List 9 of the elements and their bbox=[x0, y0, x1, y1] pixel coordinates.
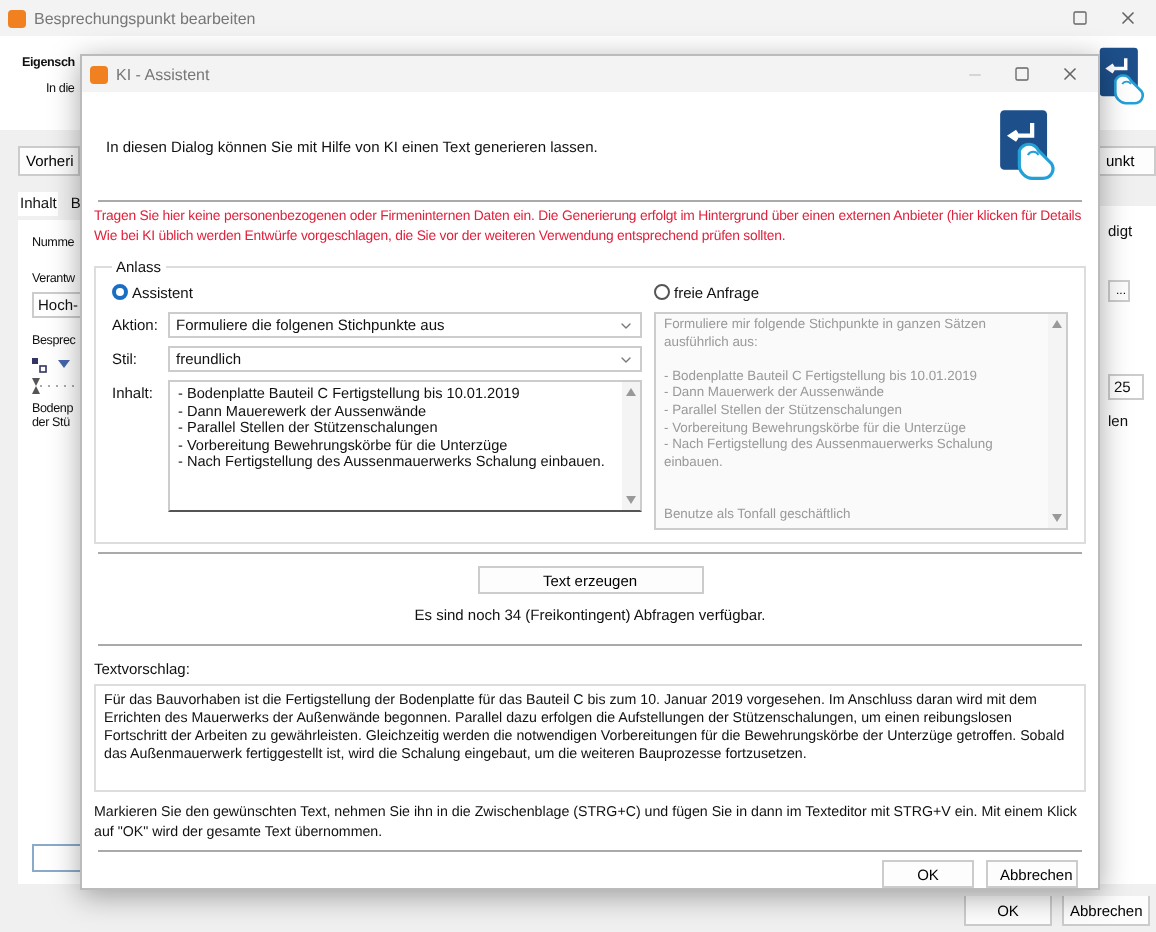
app-icon bbox=[90, 65, 108, 83]
dialog-title: KI - Assistent bbox=[116, 65, 210, 83]
window-title: Besprechungspunkt bearbeiten bbox=[34, 9, 256, 27]
app-icon bbox=[8, 9, 26, 27]
scroll-down-icon[interactable] bbox=[1052, 514, 1062, 523]
scroll-down-icon[interactable] bbox=[626, 496, 636, 504]
scroll-up-icon[interactable] bbox=[1052, 320, 1062, 328]
ruler bbox=[32, 378, 80, 394]
scroll-up-icon[interactable] bbox=[626, 388, 636, 396]
